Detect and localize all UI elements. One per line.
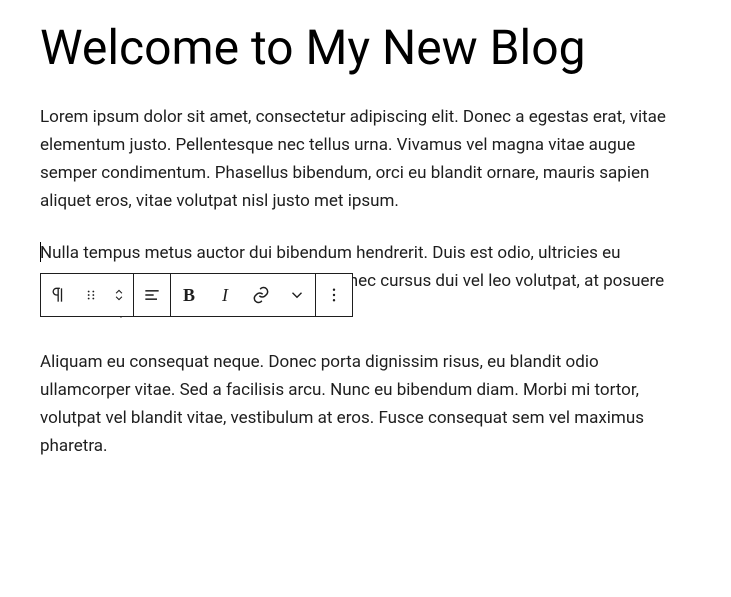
more-rich-text-button[interactable] — [279, 274, 315, 316]
chevron-down-icon — [288, 286, 306, 304]
more-vertical-icon — [325, 286, 343, 304]
paragraph-icon — [49, 285, 69, 305]
options-button[interactable] — [316, 274, 352, 316]
move-up-down-button[interactable] — [105, 274, 133, 316]
align-left-icon — [142, 285, 162, 305]
align-button[interactable] — [134, 274, 170, 316]
toolbar-group-align — [134, 274, 171, 316]
link-button[interactable] — [243, 274, 279, 316]
block-toolbar: B I — [40, 273, 353, 317]
toolbar-group-more — [316, 274, 352, 316]
move-up-down-icon — [112, 285, 126, 305]
post-title[interactable]: Welcome to My New Blog — [40, 20, 691, 75]
drag-handle-button[interactable] — [77, 274, 105, 316]
text-cursor — [40, 242, 41, 262]
italic-icon: I — [222, 285, 228, 306]
editor-canvas[interactable]: Welcome to My New Blog Lorem ipsum dolor… — [0, 0, 731, 504]
toolbar-group-format: B I — [171, 274, 316, 316]
bold-button[interactable]: B — [171, 274, 207, 316]
italic-button[interactable]: I — [207, 274, 243, 316]
toolbar-group-block — [41, 274, 134, 316]
drag-icon — [84, 288, 98, 302]
block-type-button[interactable] — [41, 274, 77, 316]
link-icon — [251, 285, 271, 305]
bold-icon: B — [183, 285, 195, 306]
paragraph-block[interactable]: Lorem ipsum dolor sit amet, consectetur … — [40, 103, 691, 215]
paragraph-block[interactable]: Aliquam eu consequat neque. Donec porta … — [40, 348, 691, 460]
